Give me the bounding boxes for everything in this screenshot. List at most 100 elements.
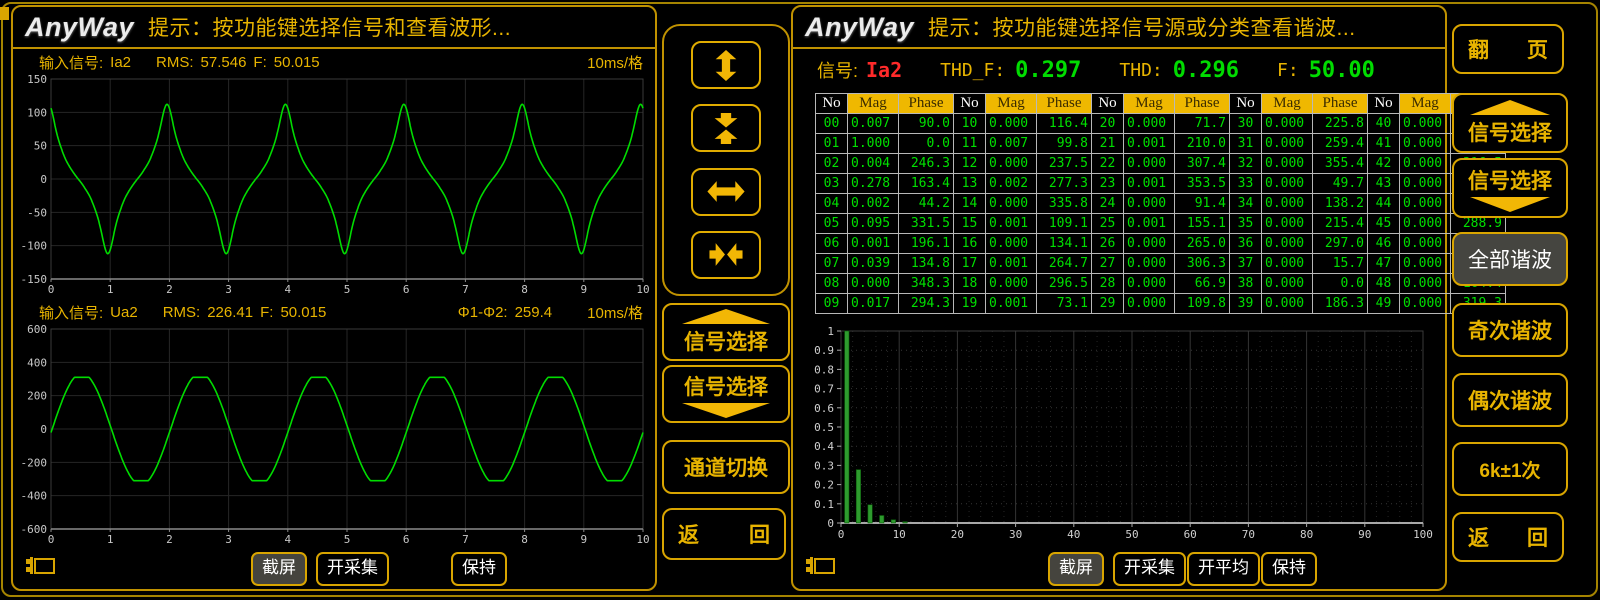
back-button-left[interactable]: 返 回 xyxy=(662,508,786,560)
ua2-chart-label: 输入信号: Ua2 RMS: 226.41 F: 50.015 Φ1-Φ2: 2… xyxy=(39,302,643,323)
signal-select-up-button[interactable]: 信号选择 xyxy=(662,303,790,361)
right-hint-text: 提示：按功能键选择信号源或分类查看谐波... xyxy=(928,12,1356,42)
freq-label: F: xyxy=(1277,60,1299,81)
expand-vertical-button[interactable] xyxy=(691,41,761,89)
svg-text:0: 0 xyxy=(48,283,55,296)
ia2-rms-label: RMS: xyxy=(156,54,194,71)
triangle-down-icon xyxy=(682,403,770,418)
svg-text:50: 50 xyxy=(34,140,47,153)
freq-value: 50.00 xyxy=(1309,58,1375,83)
back-button-right[interactable]: 返 回 xyxy=(1452,512,1564,562)
harmonics-table: NoMagPhaseNoMagPhaseNoMagPhaseNoMagPhase… xyxy=(815,93,1506,314)
signal-select-down-button[interactable]: 信号选择 xyxy=(662,365,790,423)
col-header-mag: Mag xyxy=(1262,94,1313,114)
page-turn-button[interactable]: 翻 页 xyxy=(1452,24,1564,74)
svg-text:7: 7 xyxy=(462,533,469,546)
harmonic-row: 090.017294.3190.00173.1290.000109.8390.0… xyxy=(816,294,1506,314)
right-header: AnyWay 提示：按功能键选择信号源或分类查看谐波... xyxy=(793,7,1445,49)
hold-button[interactable]: 保持 xyxy=(451,552,507,586)
svg-text:0.6: 0.6 xyxy=(814,402,834,415)
even-harmonics-button[interactable]: 偶次谐波 xyxy=(1452,373,1568,427)
svg-text:400: 400 xyxy=(27,356,47,369)
ua2-phase-label: Φ1-Φ2: xyxy=(458,304,508,321)
all-harmonics-button[interactable]: 全部谐波 xyxy=(1452,232,1568,286)
left-hint-text: 提示：按功能键选择信号和查看波形... xyxy=(148,12,511,42)
svg-text:0.2: 0.2 xyxy=(814,479,834,492)
svg-text:5: 5 xyxy=(344,283,351,296)
col-header-mag: Mag xyxy=(1400,94,1451,114)
thd-value: 0.296 xyxy=(1173,58,1239,83)
svg-text:10: 10 xyxy=(636,533,649,546)
signal-select-up-button[interactable]: 信号选择 xyxy=(1452,93,1568,153)
compress-horizontal-icon xyxy=(707,239,745,270)
screenshot-button[interactable]: 截屏 xyxy=(251,552,307,586)
col-header-phase: Phase xyxy=(899,94,954,114)
svg-text:0: 0 xyxy=(48,533,55,546)
col-header-no: No xyxy=(1368,94,1400,114)
col-header-no: No xyxy=(816,94,848,114)
svg-text:0: 0 xyxy=(827,517,834,530)
svg-text:-150: -150 xyxy=(21,273,48,286)
ia2-chart-label: 输入信号: Ia2 RMS: 57.546 F: 50.015 10ms/格 xyxy=(39,52,643,73)
svg-text:200: 200 xyxy=(27,390,47,403)
triangle-up-icon xyxy=(1470,100,1550,115)
svg-text:10: 10 xyxy=(893,528,906,541)
start-capture-button[interactable]: 开采集 xyxy=(1113,552,1186,586)
ua2-time-scale: 10ms/格 xyxy=(587,302,643,323)
start-capture-button[interactable]: 开采集 xyxy=(316,552,389,586)
svg-text:2: 2 xyxy=(166,283,173,296)
compress-vertical-button[interactable] xyxy=(691,104,761,152)
svg-text:100: 100 xyxy=(27,106,47,119)
expand-horizontal-icon xyxy=(707,176,745,207)
battery-icon xyxy=(23,555,57,577)
svg-text:3: 3 xyxy=(225,533,232,546)
svg-text:2: 2 xyxy=(166,533,173,546)
start-average-button[interactable]: 开平均 xyxy=(1187,552,1260,586)
ua2-freq-label: F: xyxy=(260,304,273,321)
battery-icon xyxy=(803,555,837,577)
ia2-rms-value: 57.546 xyxy=(201,54,247,71)
signal-value: Ia2 xyxy=(866,58,902,82)
signal-label: 信号: xyxy=(817,57,858,83)
left-header: AnyWay 提示：按功能键选择信号和查看波形... xyxy=(13,7,655,49)
svg-text:0.7: 0.7 xyxy=(814,383,834,396)
svg-text:-100: -100 xyxy=(21,240,48,253)
ua2-phase-value: 259.4 xyxy=(515,304,553,321)
svg-text:8: 8 xyxy=(521,283,528,296)
svg-text:0.9: 0.9 xyxy=(814,344,834,357)
svg-text:6: 6 xyxy=(403,533,410,546)
thdf-label: THD_F: xyxy=(940,60,1005,81)
six-k-plus-minus-one-button[interactable]: 6k±1次 xyxy=(1452,442,1568,496)
ua2-signal: Ua2 xyxy=(110,304,138,321)
anyway-logo: AnyWay xyxy=(25,12,134,43)
expand-vertical-icon xyxy=(707,50,745,81)
channel-switch-label: 通道切换 xyxy=(684,452,768,482)
expand-horizontal-button[interactable] xyxy=(691,168,761,216)
svg-text:4: 4 xyxy=(284,283,291,296)
signal-select-down-label: 信号选择 xyxy=(1468,165,1552,195)
thdf-value: 0.297 xyxy=(1015,58,1081,83)
channel-switch-button[interactable]: 通道切换 xyxy=(662,440,790,494)
svg-text:70: 70 xyxy=(1242,528,1255,541)
harmonic-row: 070.039134.8170.001264.7270.000306.3370.… xyxy=(816,254,1506,274)
col-header-phase: Phase xyxy=(1313,94,1368,114)
harmonic-row: 050.095331.5150.001109.1250.001155.1350.… xyxy=(816,214,1506,234)
col-header-phase: Phase xyxy=(1175,94,1230,114)
svg-text:1: 1 xyxy=(827,325,834,338)
compress-horizontal-button[interactable] xyxy=(691,231,761,279)
screenshot-button[interactable]: 截屏 xyxy=(1048,552,1104,586)
svg-text:0.4: 0.4 xyxy=(814,440,834,453)
harmonic-row: 020.004246.3120.000237.5220.000307.4320.… xyxy=(816,154,1506,174)
col-header-mag: Mag xyxy=(848,94,899,114)
ia2-name-label: 输入信号: xyxy=(39,52,103,73)
hold-button[interactable]: 保持 xyxy=(1261,552,1317,586)
compress-vertical-icon xyxy=(707,113,745,144)
svg-text:0: 0 xyxy=(40,423,47,436)
waveform-panel: AnyWay 提示：按功能键选择信号和查看波形... 输入信号: Ia2 RMS… xyxy=(11,5,657,591)
ua2-waveform-chart: -600-400-2000200400600012345678910 xyxy=(15,323,651,547)
zoom-button-group xyxy=(662,24,790,296)
odd-harmonics-button[interactable]: 奇次谐波 xyxy=(1452,303,1568,357)
col-header-no: No xyxy=(1230,94,1262,114)
signal-select-down-button[interactable]: 信号选择 xyxy=(1452,158,1568,218)
svg-text:80: 80 xyxy=(1300,528,1313,541)
